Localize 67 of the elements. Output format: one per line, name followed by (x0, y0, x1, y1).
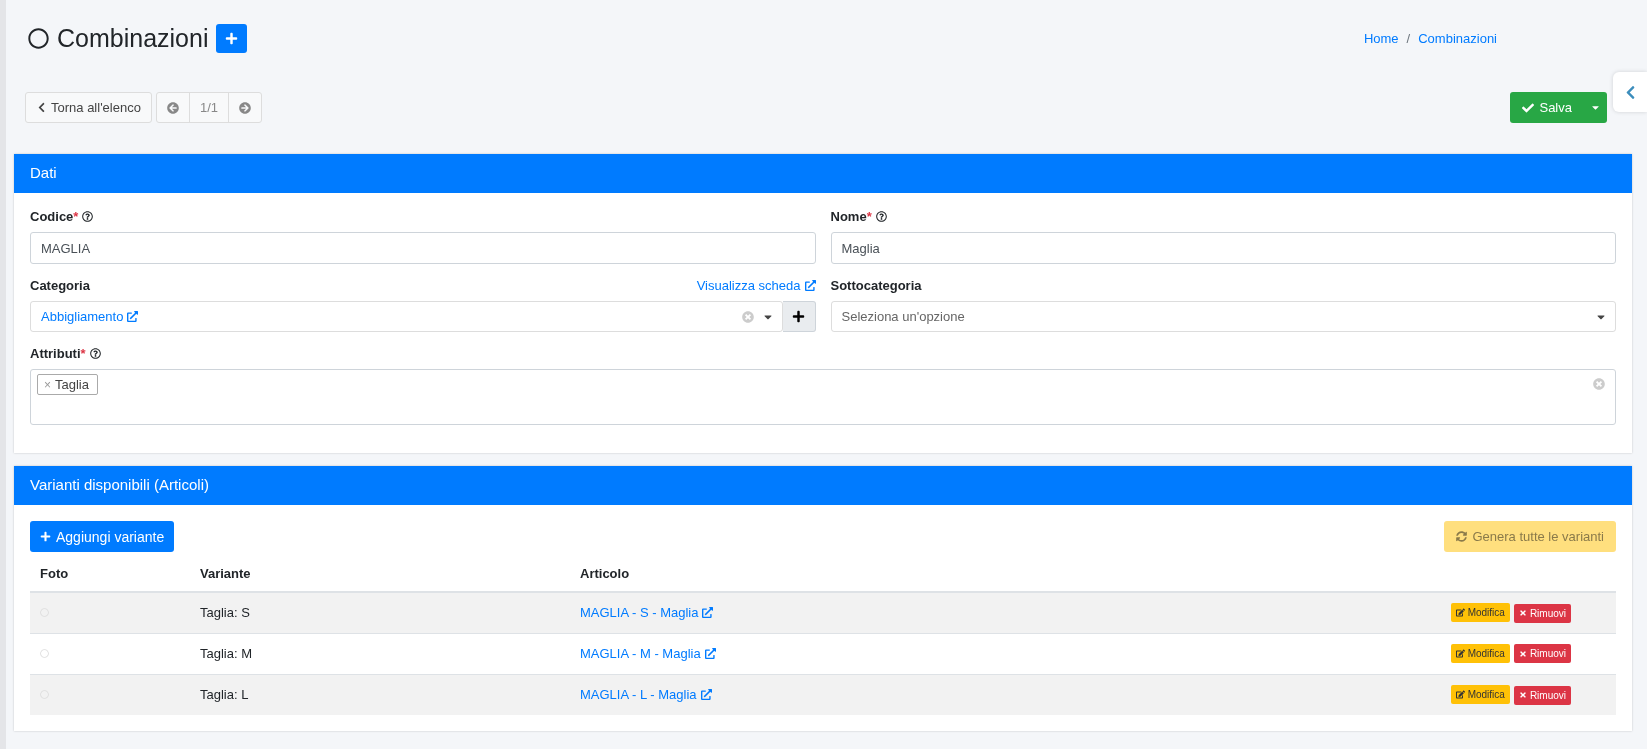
external-link-icon (700, 689, 712, 701)
edit-button[interactable]: Modifica (1450, 685, 1510, 704)
external-link-icon (704, 648, 716, 659)
category-select[interactable]: Abbigliamento (30, 301, 783, 332)
tag-remove[interactable]: × (44, 377, 51, 392)
card-title: Varianti disponibili (Articoli) (14, 466, 1632, 505)
required-mark: * (80, 346, 86, 361)
field-label: Sottocategoria (830, 278, 922, 293)
generate-variants-button[interactable]: Genera tutte le varianti (1444, 521, 1616, 552)
add-category-button[interactable] (782, 301, 816, 332)
remove-button[interactable]: Rimuovi (1513, 603, 1571, 623)
close-icon (1518, 649, 1527, 658)
close-icon (1518, 609, 1527, 617)
external-link-icon (702, 607, 714, 619)
edit-icon (1455, 648, 1465, 658)
breadcrumb-link[interactable]: Combinazioni (1418, 30, 1497, 46)
external-link-icon (127, 311, 139, 322)
breadcrumb-separator: / (1406, 30, 1411, 46)
refresh-icon (1456, 531, 1468, 542)
breadcrumb-link[interactable]: Home (1363, 30, 1399, 46)
table-cell: Taglia: M (190, 633, 570, 674)
card-title: Dati (14, 154, 1632, 193)
page-title: Combinazioni (57, 23, 209, 53)
edit-icon (1455, 608, 1465, 617)
required-mark: * (73, 209, 79, 224)
sidebar-toggle-button[interactable] (1613, 72, 1647, 112)
close-icon (1518, 691, 1527, 699)
plus-icon (225, 31, 239, 45)
table-cell: Taglia: L (190, 674, 570, 715)
article-link[interactable]: MAGLIA - M - Maglia (580, 646, 716, 661)
photo-placeholder-icon (40, 649, 49, 658)
code-input[interactable]: MAGLIA (30, 232, 816, 264)
subcategory-select[interactable]: Seleziona un'opzione (830, 301, 1616, 332)
plus-icon (40, 531, 51, 542)
category-link[interactable]: Abbigliamento (41, 309, 139, 324)
remove-button[interactable]: Rimuovi (1513, 644, 1571, 664)
edit-button[interactable]: Modifica (1450, 603, 1510, 622)
arrow-left-icon (166, 101, 179, 114)
help-icon (875, 211, 887, 222)
edit-button[interactable]: Modifica (1450, 643, 1510, 663)
add-variant-button[interactable]: Aggiungi variante (30, 521, 175, 552)
save-button[interactable]: Salva (1510, 92, 1584, 123)
chevron-left-icon (36, 102, 47, 113)
select-placeholder: Seleziona un'opzione (841, 309, 965, 324)
back-button[interactable]: Torna all'elenco (25, 92, 152, 123)
edit-icon (1455, 690, 1465, 699)
plus-icon (792, 310, 805, 323)
required-mark: * (866, 209, 872, 224)
external-link-icon (804, 280, 816, 291)
help-icon (89, 348, 101, 359)
field-label: Nome (830, 209, 867, 224)
field-label: Attributi (30, 346, 81, 361)
add-button[interactable] (216, 23, 248, 53)
article-link[interactable]: MAGLIA - L - Maglia (580, 687, 712, 703)
name-input[interactable]: Maglia (830, 232, 1616, 264)
help-icon (82, 211, 94, 222)
field-label: Codice (30, 209, 74, 224)
field-label: Categoria (30, 278, 90, 293)
table-cell: Taglia: S (190, 592, 570, 633)
attribute-tag: Taglia (55, 377, 89, 392)
attributes-field[interactable]: × Taglia (30, 369, 1616, 425)
dropdown-caret-button[interactable] (1584, 92, 1607, 123)
check-icon (1522, 101, 1535, 114)
article-link[interactable]: MAGLIA - S - Maglia (580, 605, 714, 621)
view-link[interactable]: Visualizza scheda (696, 278, 816, 293)
arrow-right-icon (239, 101, 251, 114)
remove-button[interactable]: Rimuovi (1513, 685, 1571, 705)
